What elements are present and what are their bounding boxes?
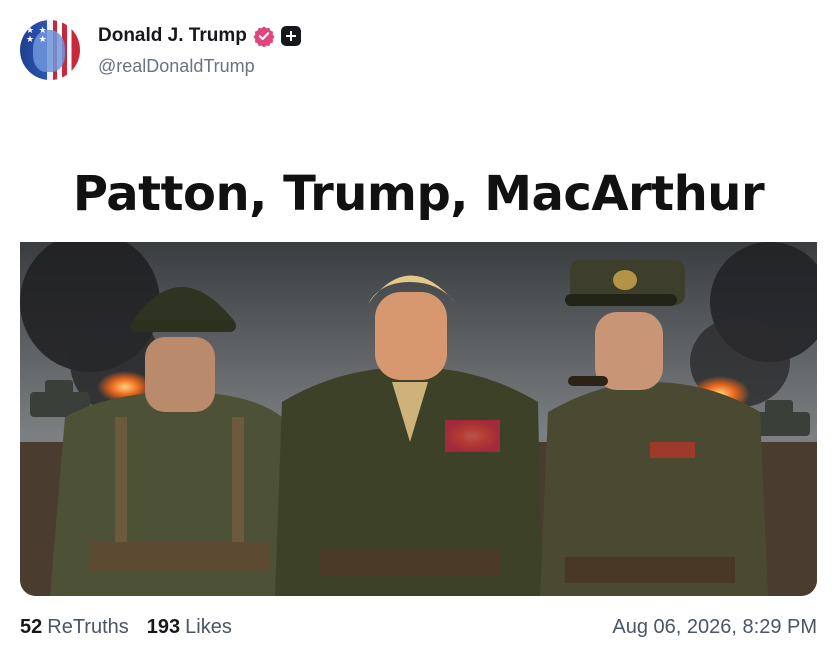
post-media[interactable]: Patton, Trump, MacArthur	[20, 145, 817, 596]
author-names: Donald J. Trump @realDonaldTrump	[98, 24, 301, 77]
media-headline: Patton, Trump, MacArthur	[72, 165, 765, 222]
military-portrait-image	[20, 242, 817, 596]
plus-square-icon	[280, 25, 301, 46]
author-handle[interactable]: @realDonaldTrump	[98, 56, 301, 77]
likes-label[interactable]: Likes	[185, 616, 232, 639]
retruths-count[interactable]: 52	[20, 616, 42, 639]
retruths-label[interactable]: ReTruths	[47, 616, 129, 639]
verified-badge-icon	[253, 25, 275, 47]
post-timestamp[interactable]: Aug 06, 2026, 8:29 PM	[612, 616, 817, 639]
author-display-name[interactable]: Donald J. Trump	[98, 25, 247, 47]
avatar-stars: ★ ★ ★ ★	[26, 25, 48, 44]
avatar[interactable]: ★ ★ ★ ★	[20, 20, 80, 80]
post-footer: 52 ReTruths 193 Likes Aug 06, 2026, 8:29…	[20, 612, 817, 642]
post-header: ★ ★ ★ ★ Donald J. Trump @realDonaldTrump	[20, 20, 301, 80]
likes-count[interactable]: 193	[147, 616, 180, 639]
name-row: Donald J. Trump	[98, 24, 301, 48]
